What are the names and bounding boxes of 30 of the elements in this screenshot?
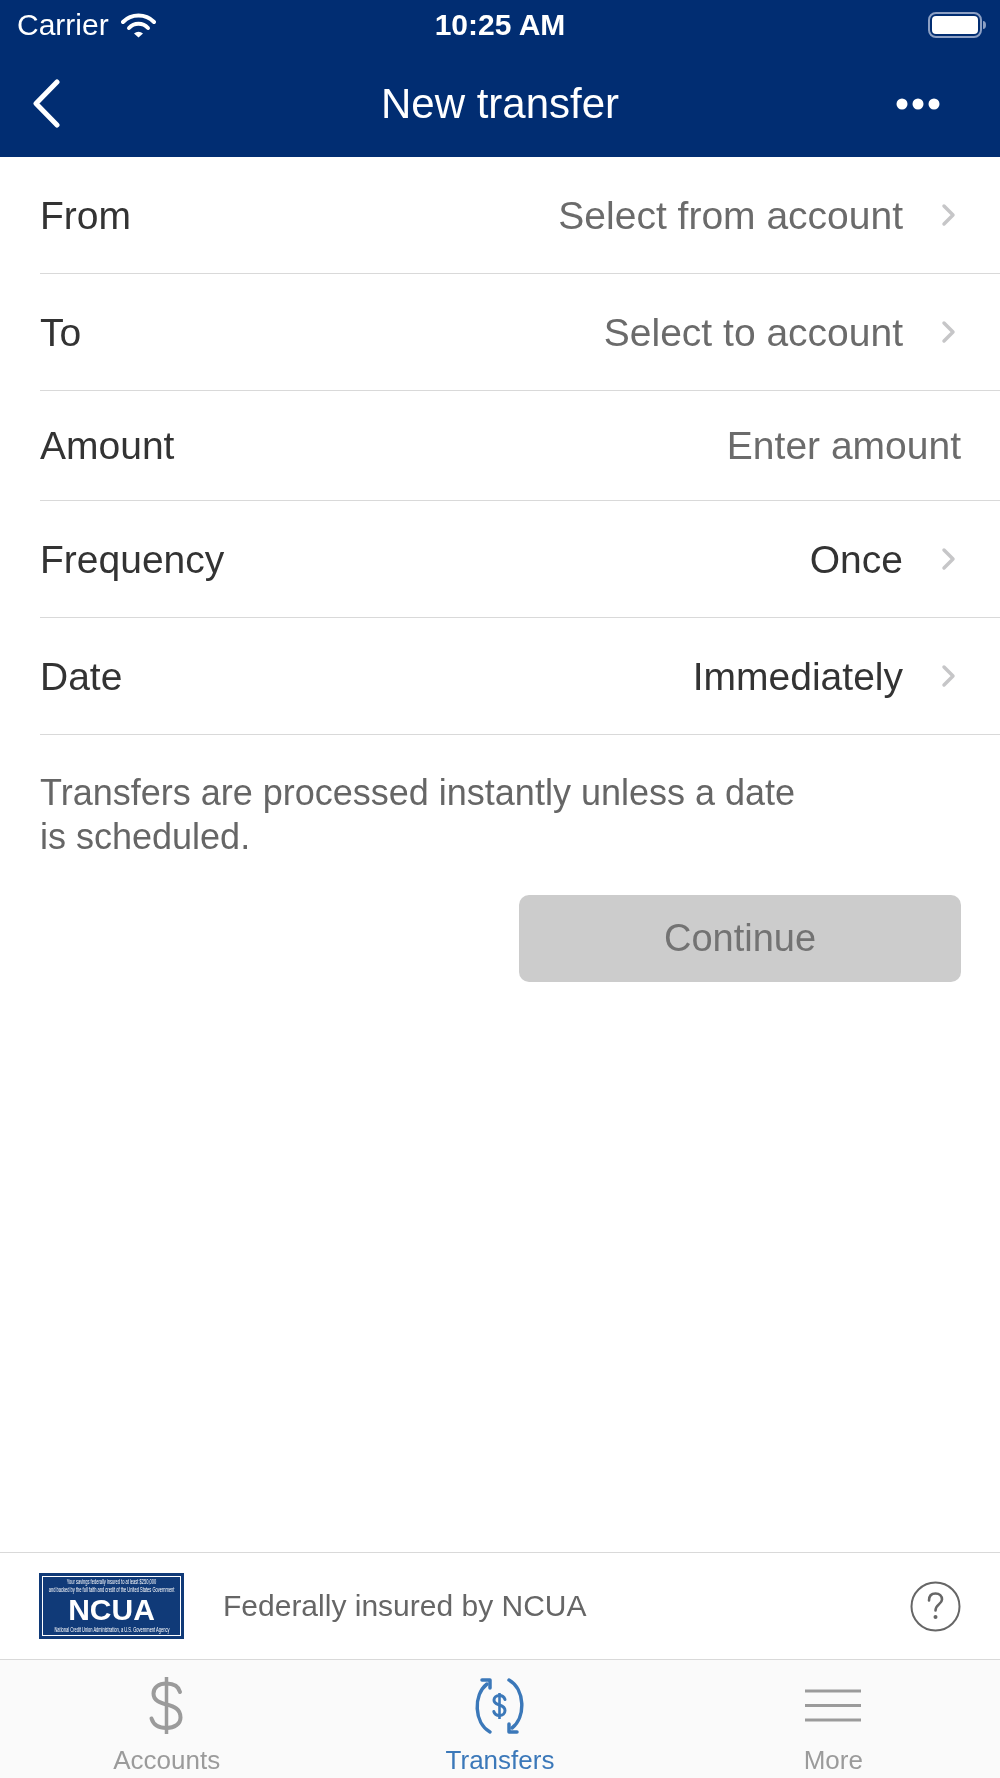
wifi-icon — [120, 12, 156, 38]
field-label: Amount — [40, 426, 175, 465]
clock-time: 10:25 AM — [434, 10, 566, 40]
picker-value[interactable]: Immediately — [692, 656, 903, 696]
logo-tagline: and backed by the full faith and credit of the United States Government — [48, 1586, 175, 1594]
menu-icon — [805, 1689, 862, 1722]
logo-caption: National Credit Union Administration, a U.S. Government Agency — [54, 1626, 169, 1634]
field-label: From — [40, 195, 131, 235]
tab-bar-item[interactable]: Transfers — [333, 1660, 667, 1778]
screen-title: New transfer — [380, 82, 620, 125]
amount-field[interactable]: Enter amount — [661, 423, 961, 468]
picker-value[interactable]: Select to account — [603, 312, 903, 352]
carrier-name: Carrier — [17, 10, 109, 40]
help-icon[interactable] — [910, 1580, 961, 1632]
chevron-right-icon — [941, 320, 956, 344]
chevron-right-icon — [941, 664, 956, 688]
field-label: To — [40, 312, 82, 352]
info-note: Transfers are processed instantly unless a date is scheduled. — [40, 771, 797, 859]
logo-tagline: Your savings federally insured to at least $250,000 — [66, 1578, 157, 1586]
picker-value[interactable]: Select from account — [558, 195, 903, 235]
field-label: Date — [40, 656, 123, 696]
field-label: Frequency — [40, 539, 225, 579]
picker-value[interactable]: Once — [809, 539, 903, 579]
battery-icon — [928, 12, 987, 38]
insurance-text: Federally insured by NCUA — [223, 1591, 587, 1621]
chevron-left-icon — [31, 79, 61, 128]
ellipsis-icon — [896, 97, 940, 110]
chevron-right-icon — [941, 547, 956, 571]
chevron-right-icon — [941, 203, 956, 227]
logo-wordmark: NCUA — [68, 1599, 155, 1621]
